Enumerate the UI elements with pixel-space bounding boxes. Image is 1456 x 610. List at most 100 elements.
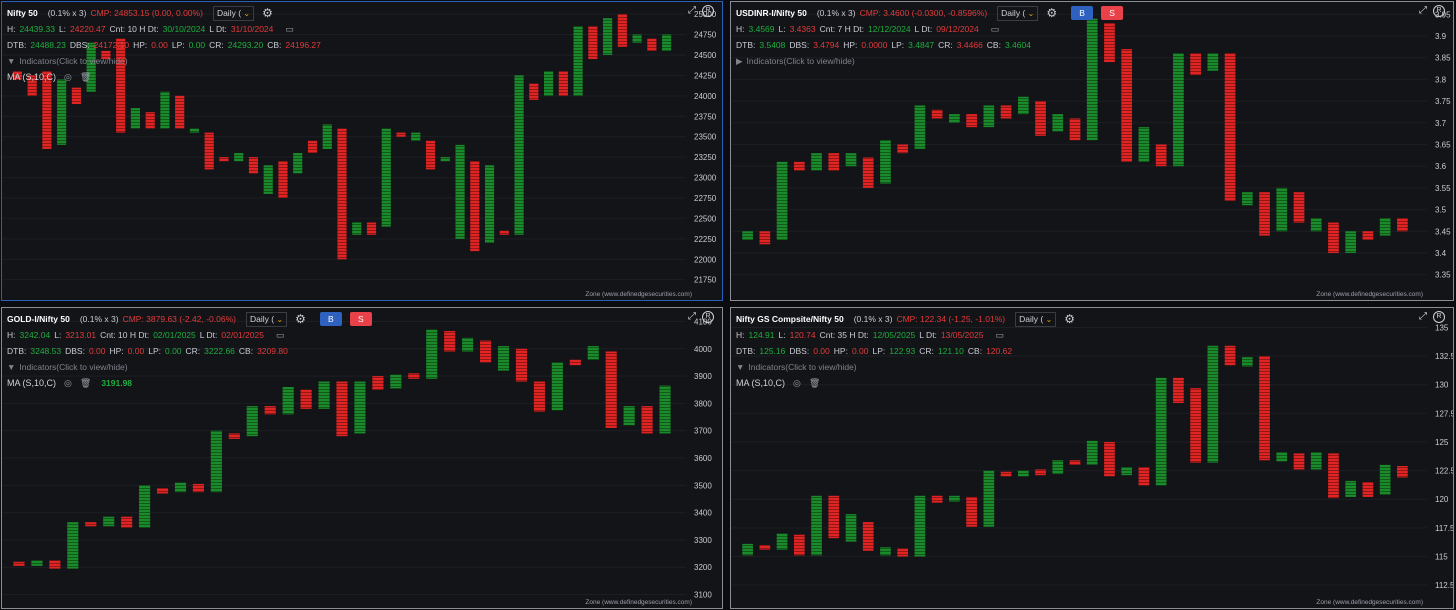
sell-button[interactable]: S bbox=[349, 312, 372, 326]
indicators-toggle[interactable]: ▼ Indicators(Click to view/hide) bbox=[7, 359, 682, 375]
expand-icon[interactable]: ⤢ bbox=[1419, 5, 1427, 17]
y-tick-label: 23500 bbox=[694, 133, 717, 142]
column-box-texture bbox=[862, 522, 874, 551]
column-box-texture bbox=[411, 132, 421, 141]
eye-hidden-icon[interactable]: ◎ bbox=[64, 375, 72, 391]
column-box-texture bbox=[828, 495, 840, 539]
cr-label: CR: bbox=[938, 40, 953, 50]
gear-icon[interactable]: ⚙ bbox=[1064, 311, 1075, 327]
buy-button[interactable]: B bbox=[319, 312, 342, 326]
sell-button[interactable]: S bbox=[1101, 6, 1124, 20]
ma-value: 3191.98 bbox=[101, 378, 133, 388]
column-box-texture bbox=[759, 545, 771, 550]
y-tick-label: 21750 bbox=[694, 276, 717, 285]
column-box-texture bbox=[880, 547, 891, 556]
symbol-name[interactable]: USDINR-I/Nifty 50 bbox=[736, 5, 807, 21]
comment-icon[interactable]: ▭ bbox=[995, 327, 1004, 343]
lp-label: LP: bbox=[148, 346, 161, 356]
y-tick-label: 117.5 bbox=[1435, 524, 1454, 533]
hp-value: 0.00 bbox=[851, 346, 869, 356]
box-size: (0.1% x 3) bbox=[79, 314, 119, 324]
gear-icon[interactable]: ⚙ bbox=[295, 311, 306, 327]
column-box-texture bbox=[966, 114, 977, 128]
hp-label: HP: bbox=[133, 40, 148, 50]
timeframe-select[interactable]: Daily ( ⌄ bbox=[245, 311, 288, 327]
column-box-texture bbox=[293, 153, 303, 174]
zone-watermark: Zone (www.definedgesecurities.com) bbox=[585, 291, 692, 298]
ma-indicator-label: MA (S,10,C) bbox=[736, 378, 786, 388]
high-value: 3242.04 bbox=[19, 330, 51, 340]
gear-icon[interactable]: ⚙ bbox=[1046, 5, 1057, 21]
eye-hidden-icon[interactable]: ◎ bbox=[64, 69, 72, 85]
low-label: L: bbox=[778, 330, 786, 340]
column-box-texture bbox=[1138, 467, 1150, 486]
high-label: H: bbox=[736, 24, 745, 34]
trash-icon[interactable]: 🗑 bbox=[80, 375, 91, 391]
trash-icon[interactable]: 🗑 bbox=[809, 375, 820, 391]
triangle-down-icon: ▼ bbox=[736, 362, 745, 372]
reset-icon[interactable]: R bbox=[702, 5, 714, 17]
indicators-toggle[interactable]: ▼ Indicators(Click to view/hide) bbox=[736, 359, 1413, 375]
column-box-texture bbox=[1000, 471, 1012, 477]
column-box-texture bbox=[514, 75, 524, 235]
gear-icon[interactable]: ⚙ bbox=[262, 5, 273, 21]
column-box-texture bbox=[983, 105, 995, 128]
column-box-texture bbox=[13, 561, 25, 566]
reset-icon[interactable]: R bbox=[1433, 5, 1445, 17]
column-box-texture bbox=[845, 153, 857, 167]
cb-value: 120.62 bbox=[986, 346, 1013, 356]
reset-icon[interactable]: R bbox=[1433, 311, 1445, 323]
column-box-texture bbox=[322, 124, 332, 149]
y-tick-label: 122.5 bbox=[1435, 467, 1454, 476]
chart-panel-gold[interactable]: 3100 3200 3300 3400 3500 3600 3700 3800 3900 4000… bbox=[1, 307, 723, 609]
symbol-name[interactable]: Nifty 50 bbox=[7, 5, 38, 21]
symbol-name[interactable]: Nifty GS Compsite/Nifty 50 bbox=[736, 311, 844, 327]
timeframe-select[interactable]: Daily ( ⌄ bbox=[1015, 311, 1057, 327]
chart-panel-nifty[interactable]: 21750 22000 22250 22500 22750 23000 23250 23500… bbox=[1, 1, 723, 301]
expand-icon[interactable]: ⤢ bbox=[688, 5, 696, 17]
timeframe-select[interactable]: Daily ( ⌄ bbox=[212, 5, 255, 21]
lp-value: 3.4847 bbox=[908, 40, 935, 50]
y-tick-label: 22000 bbox=[694, 255, 717, 264]
eye-hidden-icon[interactable]: ◎ bbox=[793, 375, 801, 391]
expand-icon[interactable]: ⤢ bbox=[1419, 311, 1427, 323]
indicators-toggle[interactable]: ▼ Indicators(Click to view/hide) bbox=[7, 53, 682, 69]
hp-value: 0.00 bbox=[151, 40, 168, 50]
lp-label: LP: bbox=[872, 346, 886, 356]
buy-button[interactable]: B bbox=[1071, 6, 1094, 20]
triangle-right-icon: ▶ bbox=[736, 56, 743, 66]
y-tick-label: 23250 bbox=[694, 153, 717, 162]
indicators-toggle[interactable]: ▶ Indicators(Click to view/hide) bbox=[736, 53, 1413, 69]
box-size: (0.1% x 3) bbox=[853, 314, 893, 324]
symbol-name[interactable]: GOLD-I/Nifty 50 bbox=[7, 311, 70, 327]
y-tick-label: 3.5 bbox=[1435, 206, 1447, 215]
column-box-texture bbox=[130, 108, 140, 129]
column-box-texture bbox=[67, 522, 79, 569]
lp-value: 0.00 bbox=[164, 346, 182, 356]
column-box-texture bbox=[381, 128, 391, 227]
y-tick-label: 3.4 bbox=[1435, 249, 1447, 258]
timeframe-select[interactable]: Daily ( ⌄ bbox=[997, 5, 1039, 21]
comment-icon[interactable]: ▭ bbox=[285, 21, 294, 37]
expand-icon[interactable]: ⤢ bbox=[688, 311, 696, 323]
trash-icon[interactable]: 🗑 bbox=[80, 69, 91, 85]
cb-value: 3.4604 bbox=[1004, 40, 1031, 50]
reset-icon[interactable]: R bbox=[702, 311, 714, 323]
comment-icon[interactable]: ▭ bbox=[276, 327, 285, 343]
column-box-texture bbox=[931, 109, 943, 119]
column-box-texture bbox=[210, 430, 222, 493]
hp-label: HP: bbox=[833, 346, 848, 356]
column-box-texture bbox=[189, 128, 200, 133]
high-label: H: bbox=[7, 24, 16, 34]
chart-panel-usdinr[interactable]: 3.35 3.4 3.45 3.5 3.55 3.6 3.65 3.7 3.75 3.8 3.85 3… bbox=[730, 1, 1454, 301]
y-tick-label: 22250 bbox=[694, 235, 717, 244]
y-tick-label: 3.65 bbox=[1435, 140, 1451, 149]
column-box-texture bbox=[1293, 192, 1305, 223]
chart-panel-gsec[interactable]: 112.5 115 117.5 120 122.5 125 127.5 130 132.5 135… bbox=[730, 307, 1454, 609]
column-box-texture bbox=[1086, 440, 1098, 465]
column-box-texture bbox=[1104, 441, 1115, 477]
cr-label: CR: bbox=[209, 40, 224, 50]
column-box-texture bbox=[811, 495, 822, 556]
chevron-down-icon: ⌄ bbox=[1045, 314, 1053, 324]
comment-icon[interactable]: ▭ bbox=[991, 21, 1000, 37]
